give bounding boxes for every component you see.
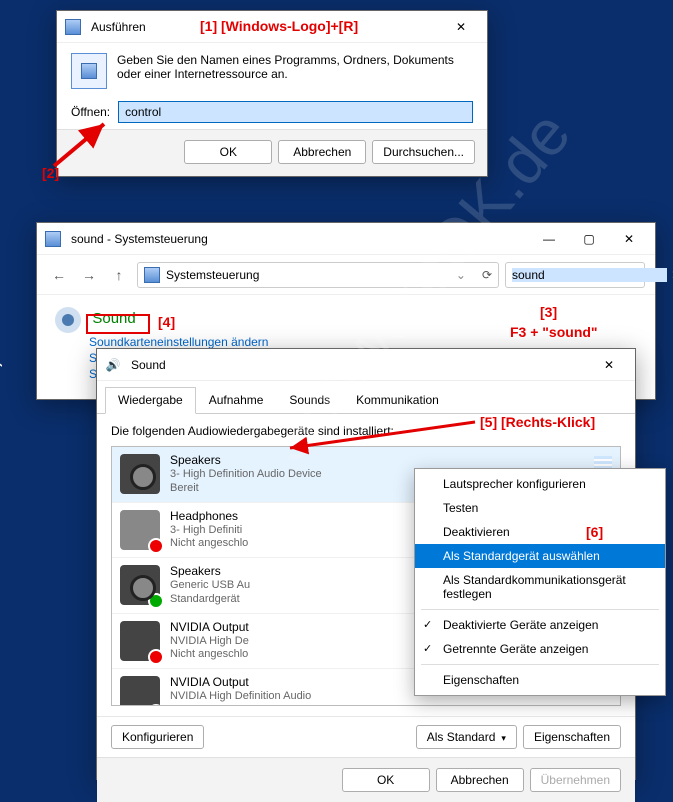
chevron-down-icon[interactable]: ⌄ [456, 268, 466, 282]
forward-icon[interactable]: → [77, 263, 101, 287]
nvidia-output-icon [120, 676, 160, 706]
snd-titlebar[interactable]: 🔊 Sound ✕ [97, 349, 635, 381]
speaker-icon [120, 565, 160, 605]
cp-titlebar[interactable]: sound - Systemsteuerung — ▢ ✕ [37, 223, 655, 255]
properties-button[interactable]: Eigenschaften [523, 725, 621, 749]
speaker-category-icon [55, 307, 81, 333]
ctx-set-default[interactable]: Als Standardgerät auswählen [415, 544, 665, 568]
up-icon[interactable]: ↑ [107, 263, 131, 287]
run-titlebar[interactable]: Ausführen ✕ [57, 11, 487, 43]
cp-folder-icon [144, 267, 160, 283]
snd-title: Sound [131, 358, 166, 372]
device-list-caption: Die folgenden Audiowiedergabegeräte sind… [111, 424, 621, 438]
sound-sublink[interactable]: Soundkarteneinstellungen ändern [89, 335, 637, 349]
open-input[interactable] [118, 101, 473, 123]
run-title: Ausführen [91, 20, 146, 34]
ctx-show-disconnected[interactable]: ✓Getrennte Geräte anzeigen [415, 637, 665, 661]
ctx-properties[interactable]: Eigenschaften [415, 668, 665, 692]
run-icon [63, 17, 83, 37]
tab-communication[interactable]: Kommunikation [343, 387, 452, 414]
close-icon[interactable]: ✕ [609, 225, 649, 253]
device-status: Nicht angeschlossen [170, 704, 612, 706]
nvidia-output-icon [120, 621, 160, 661]
run-description: Geben Sie den Namen eines Programms, Ord… [117, 53, 473, 89]
cp-title: sound - Systemsteuerung [71, 232, 208, 246]
watermark-side: www.SoftwareOK.de :-) [0, 360, 4, 568]
ctx-show-disabled[interactable]: ✓Deaktivierte Geräte anzeigen [415, 613, 665, 637]
ok-button[interactable]: OK [342, 768, 430, 792]
sound-link[interactable]: Sound [92, 310, 135, 327]
check-icon: ✓ [423, 618, 432, 631]
search-input[interactable] [512, 268, 667, 282]
device-name: Speakers [170, 453, 584, 468]
breadcrumb[interactable]: Systemsteuerung ⌄ ⟳ [137, 262, 499, 288]
run-dialog: Ausführen ✕ Geben Sie den Namen eines Pr… [56, 10, 488, 177]
context-menu: Lautsprecher konfigurieren Testen Deakti… [414, 468, 666, 696]
tab-playback[interactable]: Wiedergabe [105, 387, 196, 414]
ctx-test[interactable]: Testen [415, 496, 665, 520]
configure-button[interactable]: Konfigurieren [111, 725, 204, 749]
open-label: Öffnen: [71, 105, 110, 119]
apply-button[interactable]: Übernehmen [530, 768, 621, 792]
browse-button[interactable]: Durchsuchen... [372, 140, 475, 164]
close-icon[interactable]: ✕ [441, 13, 481, 41]
headphones-icon [120, 510, 160, 550]
close-icon[interactable]: ✕ [589, 351, 629, 379]
cancel-button[interactable]: Abbrechen [436, 768, 524, 792]
minimize-icon[interactable]: — [529, 225, 569, 253]
cancel-button[interactable]: Abbrechen [278, 140, 366, 164]
menu-separator [421, 664, 659, 665]
speaker-icon [120, 454, 160, 494]
maximize-icon[interactable]: ▢ [569, 225, 609, 253]
check-icon: ✓ [423, 642, 432, 655]
ok-button[interactable]: OK [184, 140, 272, 164]
cp-navbar: ← → ↑ Systemsteuerung ⌄ ⟳ ✕ [37, 255, 655, 295]
cp-search[interactable]: ✕ [505, 262, 645, 288]
tab-sounds[interactable]: Sounds [276, 387, 343, 414]
refresh-icon[interactable]: ⟳ [482, 268, 492, 282]
ctx-set-default-comm[interactable]: Als Standardkommunikationsgerät festlege… [415, 568, 665, 606]
snd-tabs: Wiedergabe Aufnahme Sounds Kommunikation [97, 381, 635, 414]
ctx-disable[interactable]: Deaktivieren [415, 520, 665, 544]
sound-dialog-icon: 🔊 [103, 355, 123, 375]
run-prompt-icon [71, 53, 107, 89]
tab-recording[interactable]: Aufnahme [196, 387, 277, 414]
breadcrumb-text: Systemsteuerung [166, 268, 259, 282]
menu-separator [421, 609, 659, 610]
back-icon[interactable]: ← [47, 263, 71, 287]
cp-icon [43, 229, 63, 249]
set-default-button[interactable]: Als Standard [416, 725, 517, 749]
ctx-configure-speaker[interactable]: Lautsprecher konfigurieren [415, 472, 665, 496]
